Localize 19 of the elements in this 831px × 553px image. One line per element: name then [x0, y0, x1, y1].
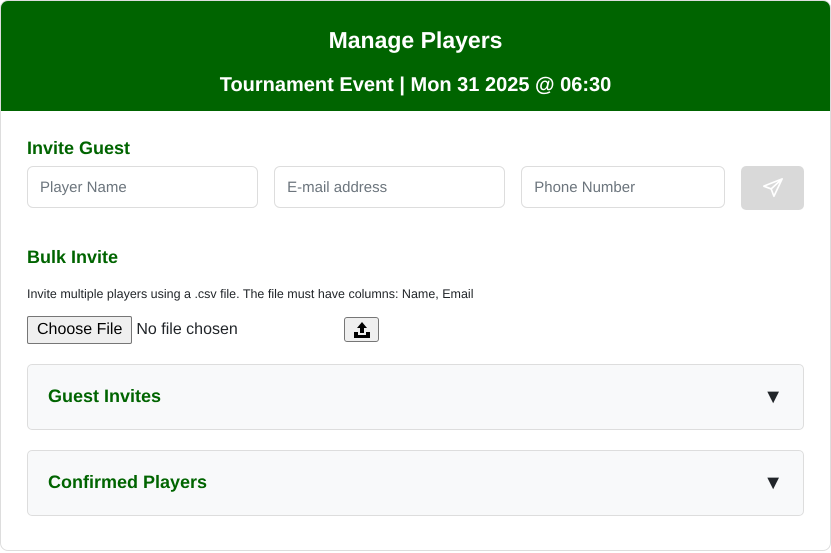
choose-file-button[interactable]: Choose File [27, 316, 132, 344]
upload-icon [352, 320, 371, 339]
toggle-arrow: ▼ [763, 470, 783, 496]
event-subtitle: Tournament Event | Mon 31 2025 @ 06:30 [218, 72, 612, 98]
section-title: Confirmed Players [48, 471, 208, 494]
page-title: Manage Players [328, 26, 504, 55]
send-icon [762, 177, 784, 199]
accordion-header[interactable]: Guest Invites ▼ [27, 364, 804, 430]
section-title: Guest Invites [48, 385, 162, 408]
section-heading: Invite Guest [27, 137, 132, 160]
input-field[interactable]: Player Name [27, 166, 258, 208]
section-heading: Bulk Invite [27, 246, 120, 269]
description-text: Invite multiple players using a .csv file. The file must have columns: Name, Email [27, 286, 474, 303]
file-status-text: No file chosen [136, 320, 239, 340]
accordion-header[interactable]: Confirmed Players ▼ [27, 450, 804, 516]
input-field[interactable]: E-mail address [274, 166, 506, 208]
upload-button[interactable] [344, 317, 380, 342]
toggle-arrow: ▼ [763, 384, 783, 410]
input-field[interactable]: Phone Number [521, 166, 726, 208]
